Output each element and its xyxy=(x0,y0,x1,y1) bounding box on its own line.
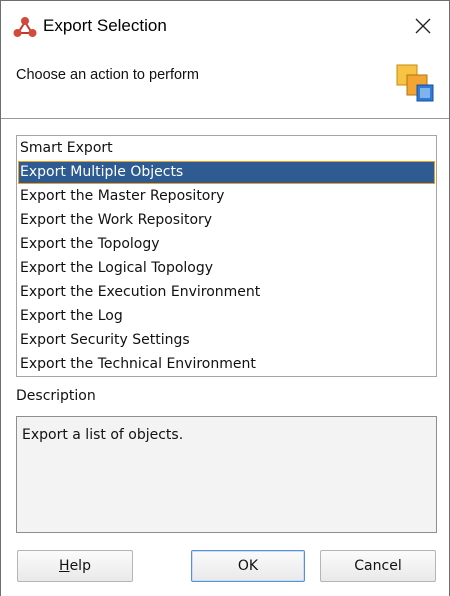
dialog-body: Smart Export Export Multiple Objects Expor… xyxy=(1,120,449,596)
title-bar: Export Selection xyxy=(1,1,449,51)
help-mnemonic: H xyxy=(59,558,70,574)
description-label: Description xyxy=(16,388,96,404)
action-list[interactable]: Smart Export Export Multiple Objects Expor… xyxy=(16,135,437,377)
odi-network-icon xyxy=(13,17,37,37)
help-label-rest: elp xyxy=(69,558,91,574)
ok-button[interactable]: OK xyxy=(191,550,305,582)
list-item[interactable]: Export the Technical Environment xyxy=(18,353,435,376)
close-icon xyxy=(415,18,431,34)
dialog-header: Choose an action to perform xyxy=(1,51,449,119)
export-selection-dialog: Export Selection Choose an action to per… xyxy=(0,0,450,596)
list-item[interactable]: Export the Work Repository xyxy=(18,209,435,232)
list-item[interactable]: Export Multiple Objects xyxy=(18,161,435,184)
list-item[interactable]: Export Security Settings xyxy=(18,329,435,352)
header-prompt: Choose an action to perform xyxy=(16,67,199,83)
window-title: Export Selection xyxy=(43,16,167,35)
help-button[interactable]: Help xyxy=(17,550,133,582)
list-item[interactable]: Smart Export xyxy=(18,137,435,160)
description-box: Export a list of objects. xyxy=(16,416,437,533)
list-item[interactable]: Export the Master Repository xyxy=(18,185,435,208)
list-item[interactable]: Export the Log xyxy=(18,305,435,328)
list-item[interactable]: Export the Logical Topology xyxy=(18,257,435,280)
list-item[interactable]: Export the Execution Environment xyxy=(18,281,435,304)
export-layers-icon xyxy=(396,64,434,102)
list-item[interactable]: Export the Topology xyxy=(18,233,435,256)
cancel-button[interactable]: Cancel xyxy=(320,550,436,582)
description-text: Export a list of objects. xyxy=(22,427,184,443)
close-button[interactable] xyxy=(405,9,441,43)
